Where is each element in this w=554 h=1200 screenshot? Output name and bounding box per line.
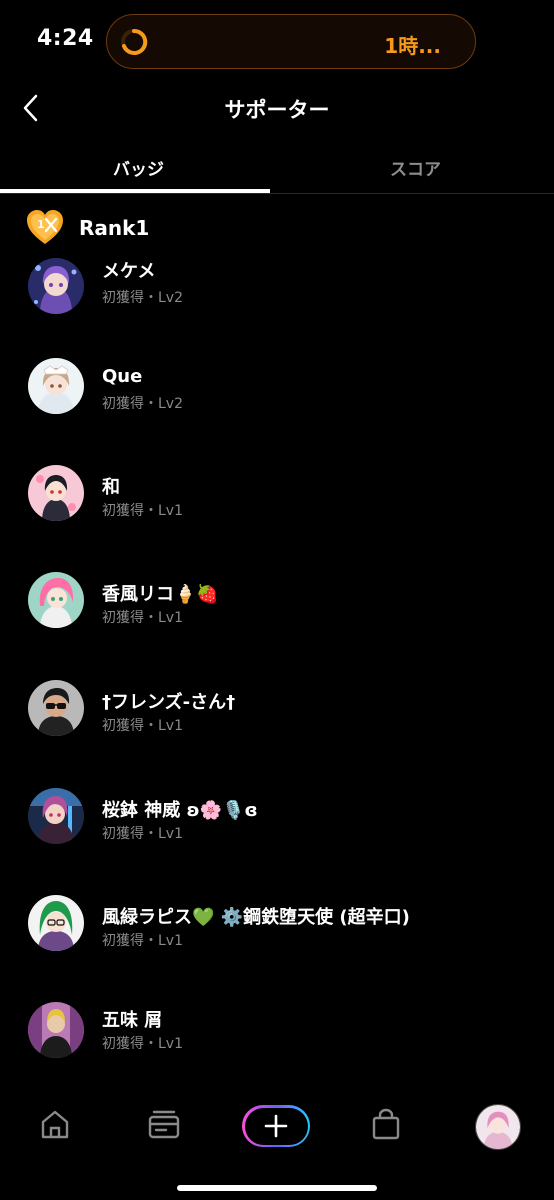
avatar: [28, 358, 84, 414]
live-activity-pill[interactable]: 1時...: [106, 14, 476, 69]
supporter-sub: 初獲得・Lv1: [102, 503, 183, 519]
supporter-row[interactable]: Que 初獲得・Lv2: [0, 358, 554, 438]
supporter-name: 和: [102, 477, 120, 498]
supporter-sub: 初獲得・Lv1: [102, 826, 183, 842]
avatar: [28, 572, 84, 628]
profile-avatar[interactable]: [475, 1104, 521, 1150]
tab-divider: [0, 193, 554, 194]
avatar: [28, 788, 84, 844]
supporter-sub: 初獲得・Lv1: [102, 718, 183, 734]
supporter-name: 五味 屑: [102, 1010, 163, 1031]
supporter-name: メケメ: [102, 261, 156, 282]
avatar: [28, 680, 84, 736]
supporter-row[interactable]: メケメ 初獲得・Lv2: [0, 255, 554, 335]
avatar: [28, 895, 84, 951]
tab-score[interactable]: スコア: [277, 155, 554, 180]
nav-wallet[interactable]: [144, 1104, 184, 1144]
home-icon: [41, 1110, 69, 1139]
avatar: [28, 258, 84, 314]
home-indicator: [177, 1185, 377, 1191]
nav-shop[interactable]: [366, 1104, 406, 1144]
supporter-name: Que: [102, 366, 143, 387]
rank-label: Rank1: [79, 216, 150, 240]
supporter-name: 香風リコ🍦🍓: [102, 584, 219, 605]
create-button[interactable]: [242, 1105, 310, 1147]
supporter-sub: 初獲得・Lv1: [102, 610, 183, 626]
supporter-sub: 初獲得・Lv1: [102, 1036, 183, 1052]
tab-badge[interactable]: バッジ: [0, 155, 277, 180]
avatar: [28, 1002, 84, 1058]
supporter-sub: 初獲得・Lv2: [102, 396, 183, 412]
supporter-row[interactable]: 香風リコ🍦🍓 初獲得・Lv1: [0, 572, 554, 652]
page-title: サポーター: [224, 98, 330, 122]
avatar: [28, 465, 84, 521]
heart-badge-icon: 1: [27, 210, 63, 244]
bottom-nav: [0, 1092, 554, 1172]
nav-home[interactable]: [35, 1104, 75, 1144]
supporter-row[interactable]: 和 初獲得・Lv1: [0, 465, 554, 545]
supporter-name: 桜鉢 神威 ʚ🌸🎙️ɞ: [102, 800, 258, 821]
rank-icon-number: 1: [37, 218, 45, 231]
live-timer-text: 1時...: [384, 34, 441, 58]
supporter-sub: 初獲得・Lv2: [102, 290, 183, 306]
status-time: 4:24: [37, 26, 94, 51]
supporter-row[interactable]: †フレンズ-さん† 初獲得・Lv1: [0, 680, 554, 760]
supporter-sub: 初獲得・Lv1: [102, 933, 183, 949]
timer-ring-icon: [121, 28, 148, 55]
wallet-icon: [148, 1110, 180, 1139]
plus-icon: [264, 1114, 288, 1138]
supporter-row[interactable]: 桜鉢 神威 ʚ🌸🎙️ɞ 初獲得・Lv1: [0, 788, 554, 868]
supporter-row[interactable]: 風緑ラピス💚 ⚙️鋼鉄堕天使 (超辛口) 初獲得・Lv1: [0, 895, 554, 975]
supporter-name: †フレンズ-さん†: [102, 692, 236, 713]
supporter-name: 風緑ラピス💚 ⚙️鋼鉄堕天使 (超辛口): [102, 907, 410, 928]
bag-icon: [372, 1108, 400, 1140]
supporter-row[interactable]: 五味 屑 初獲得・Lv1: [0, 1002, 554, 1082]
